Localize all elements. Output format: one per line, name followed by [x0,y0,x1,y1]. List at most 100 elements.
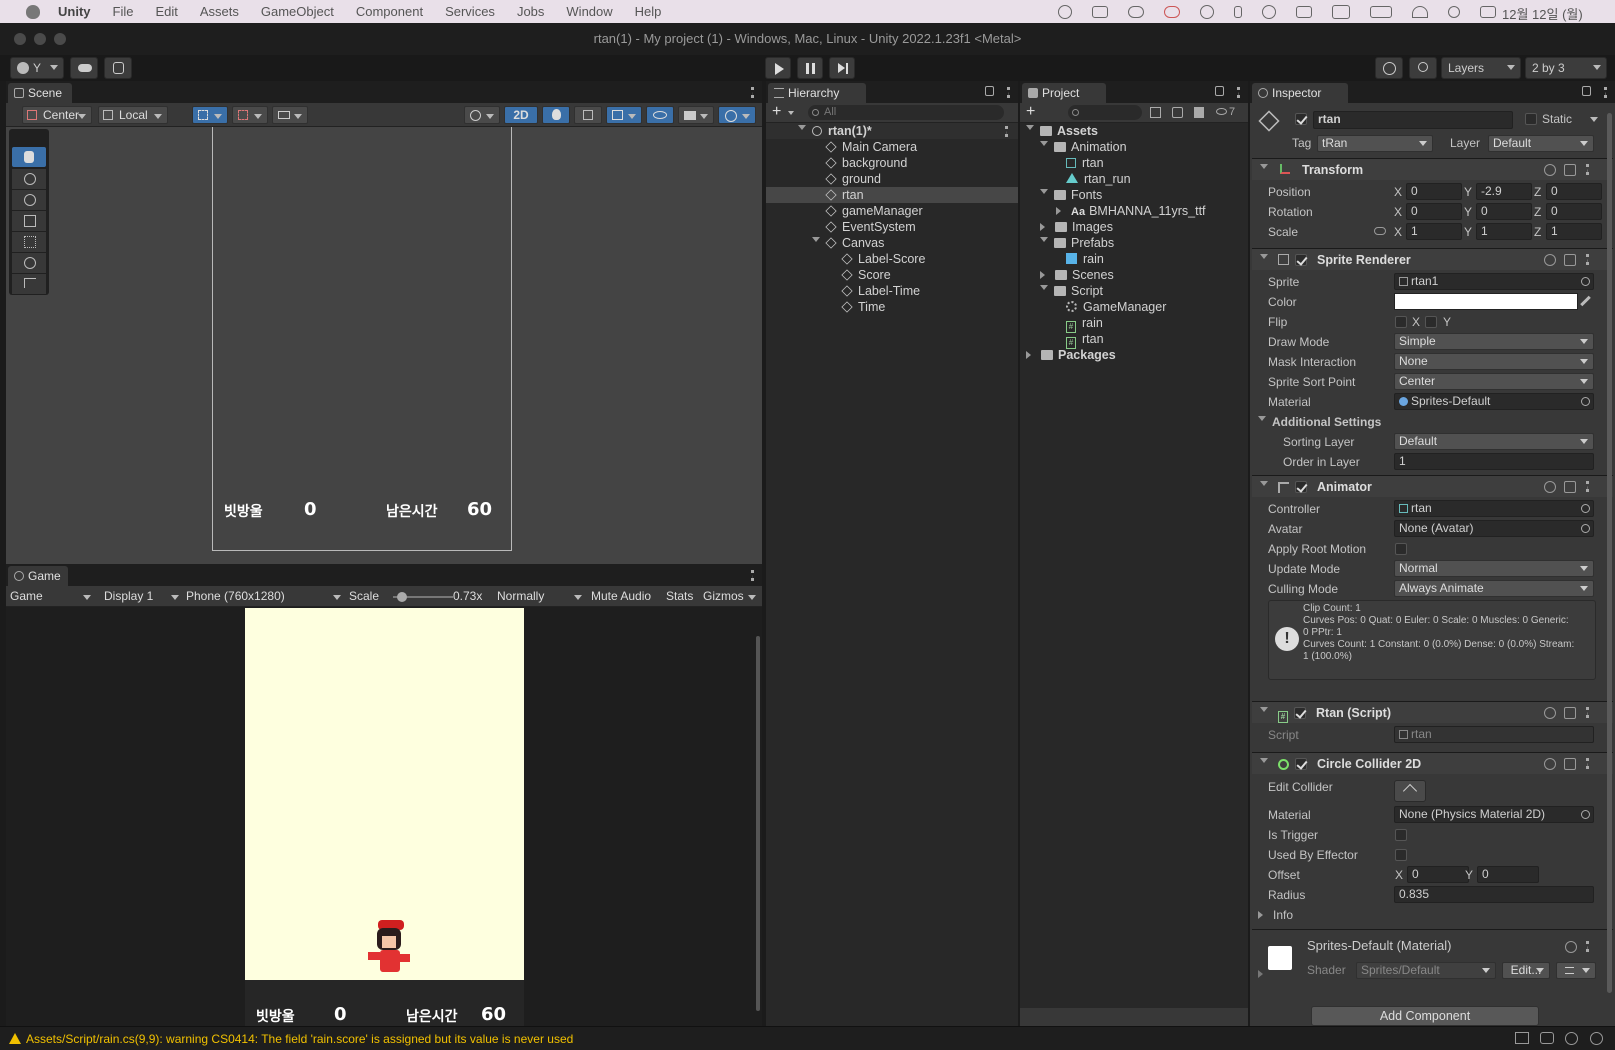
increment-snap-toggle[interactable] [272,106,308,124]
help-icon[interactable] [1544,481,1556,493]
color-swatch[interactable] [1394,293,1578,310]
hierarchy-item[interactable]: ground [766,171,1018,187]
object-picker-icon[interactable] [1581,810,1590,819]
project-folder-packages[interactable]: Packages [1020,347,1248,363]
flip-y-checkbox[interactable] [1425,316,1437,328]
sprite-field[interactable]: rtan1 [1394,273,1594,290]
control-center-icon[interactable] [1480,6,1496,18]
project-asset-prefab[interactable]: rain [1020,251,1248,267]
2d-mode-toggle[interactable]: 2D [504,106,538,124]
object-picker-icon[interactable] [1581,397,1590,406]
project-asset-font[interactable]: Aa BMHANNA_11yrs_ttf [1020,203,1248,219]
collider-enabled[interactable] [1295,758,1307,770]
input-source-icon[interactable] [1332,5,1350,19]
help-icon[interactable] [1544,254,1556,266]
used-by-effector-checkbox[interactable] [1395,849,1407,861]
scale-tool[interactable] [12,211,46,231]
component-menu-icon[interactable] [1586,164,1589,175]
account-dropdown[interactable]: Y [10,57,64,79]
additional-settings-foldout[interactable]: Additional Settings [1258,413,1381,431]
menu-component[interactable]: Component [356,4,423,19]
close-window-button[interactable] [14,33,26,45]
position-x-input[interactable]: 0 [1406,183,1462,200]
camera-dropdown[interactable] [678,106,714,124]
transform-tool[interactable] [12,253,46,273]
help-icon[interactable] [1544,758,1556,770]
scale-y-input[interactable]: 1 [1476,223,1532,240]
circle-collider-header[interactable]: Circle Collider 2D [1252,752,1613,774]
material-expand-icon[interactable] [1258,970,1267,978]
project-folder-scenes[interactable]: Scenes [1020,267,1248,283]
menu-jobs[interactable]: Jobs [517,4,544,19]
flip-x-checkbox[interactable] [1395,316,1407,328]
rotate-tool[interactable] [12,190,46,210]
minimize-window-button[interactable] [34,33,46,45]
project-asset-clip[interactable]: rtan_run [1020,171,1248,187]
sprite-renderer-enabled[interactable] [1295,254,1307,266]
step-button[interactable] [829,57,855,79]
tab-scene[interactable]: Scene [8,83,72,103]
collab-button[interactable] [104,57,132,79]
project-folder-animation[interactable]: Animation [1020,139,1248,155]
cloud-icon[interactable] [1128,6,1144,18]
hierarchy-item[interactable]: Canvas [766,235,1018,251]
pivot-center-dropdown[interactable]: Center [22,106,92,124]
menu-help[interactable]: Help [635,4,662,19]
hierarchy-item[interactable]: Label-Score [766,251,1018,267]
offset-y-input[interactable]: 0 [1477,866,1539,883]
game-more-menu-icon[interactable] [751,570,754,581]
sorting-layer-dropdown[interactable]: Default [1394,433,1594,450]
position-y-input[interactable]: -2.9 [1476,183,1532,200]
game-scrollbar[interactable] [756,636,760,1011]
rotation-z-input[interactable]: 0 [1546,203,1602,220]
play-button[interactable] [765,57,791,79]
hierarchy-item[interactable]: background [766,155,1018,171]
user-circle-icon[interactable] [1262,5,1276,19]
rtan-script-header[interactable]: # Rtan (Script) [1252,701,1613,723]
offset-x-input[interactable]: 0 [1407,866,1469,883]
component-menu-icon[interactable] [1586,254,1589,265]
stats-toggle[interactable]: Stats [666,589,693,603]
project-asset-script[interactable]: GameManager [1020,299,1248,315]
sprite-sort-point-dropdown[interactable]: Center [1394,373,1594,390]
mute-audio-toggle[interactable]: Mute Audio [591,589,651,603]
wifi-icon[interactable] [1412,6,1428,18]
unity-status-icon[interactable] [1058,5,1072,19]
cloud-red-icon[interactable] [1164,6,1180,18]
progress-check-icon[interactable] [1590,1032,1603,1045]
apple-icon[interactable] [26,4,40,19]
add-dropdown-icon[interactable] [788,111,794,118]
update-mode-dropdown[interactable]: Normal [1394,560,1594,577]
object-picker-icon[interactable] [1581,524,1590,533]
static-checkbox[interactable] [1525,113,1537,125]
controller-field[interactable]: rtan [1394,500,1594,517]
status-message[interactable]: Assets/Script/rain.cs(9,9): warning CS04… [26,1032,573,1046]
layer-dropdown[interactable]: Default [1488,135,1594,152]
hierarchy-more-icon[interactable] [1007,87,1010,98]
project-folder-assets[interactable]: Assets [1020,123,1248,139]
object-picker-icon[interactable] [1581,277,1590,286]
hierarchy-search-input[interactable]: All [808,105,1004,120]
project-folder-prefabs[interactable]: Prefabs [1020,235,1248,251]
presets-icon[interactable] [1564,481,1576,493]
radius-input[interactable]: 0.835 [1394,886,1594,903]
scale-x-input[interactable]: 1 [1406,223,1462,240]
project-more-icon[interactable] [1237,87,1240,98]
edit-shader-button[interactable]: Edit... [1502,962,1550,979]
rotation-y-input[interactable]: 0 [1476,203,1532,220]
display-icon[interactable] [1296,6,1312,18]
hidden-packages-toggle[interactable]: 7 [1216,106,1235,118]
presets-icon[interactable] [1564,164,1576,176]
scene-root-more-icon[interactable] [1005,126,1008,137]
tab-game[interactable]: Game [8,566,68,586]
scale-slider[interactable] [393,592,453,602]
battery-icon[interactable] [1370,6,1392,18]
presets-icon[interactable] [1564,758,1576,770]
inspector-lock-icon[interactable] [1582,86,1591,96]
project-lock-icon[interactable] [1215,86,1224,96]
hidden-objects-toggle[interactable] [646,106,674,124]
lock-icon[interactable] [985,86,994,96]
material-menu-icon[interactable] [1586,941,1589,952]
grid-visibility-toggle[interactable] [232,106,268,124]
inspector-scrollbar[interactable] [1607,113,1612,993]
